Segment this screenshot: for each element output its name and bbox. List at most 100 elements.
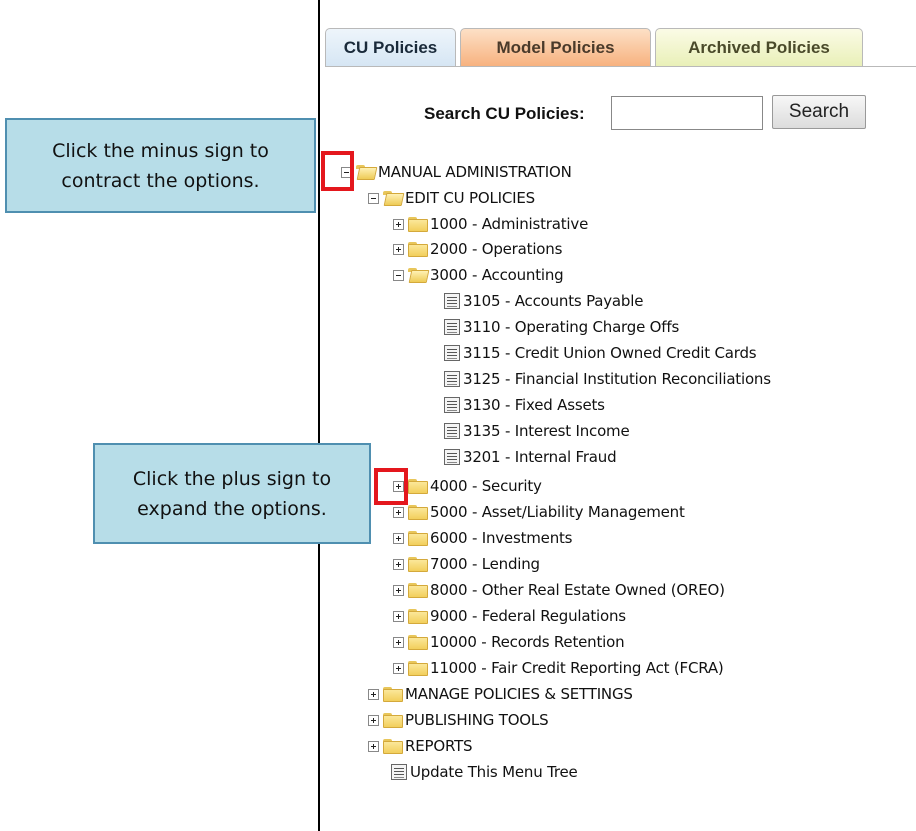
- tree-leaf-update[interactable]: Update This Menu Tree: [391, 760, 578, 784]
- tree-node-category[interactable]: 3000 - Accounting: [393, 263, 564, 287]
- tree-node-label: PUBLISHING TOOLS: [405, 711, 549, 729]
- tree-node-label: MANAGE POLICIES & SETTINGS: [405, 685, 633, 703]
- tree-node-edit-cu-policies[interactable]: EDIT CU POLICIES: [368, 186, 535, 210]
- tree-node-category[interactable]: 5000 - Asset/Liability Management: [393, 500, 685, 524]
- tree-node-label: 3105 - Accounts Payable: [463, 292, 644, 310]
- tree-node-label: 9000 - Federal Regulations: [430, 607, 626, 625]
- tree-leaf-policy[interactable]: 3110 - Operating Charge Offs: [444, 315, 679, 339]
- search-button[interactable]: Search: [772, 95, 866, 129]
- tree-node-label: EDIT CU POLICIES: [405, 189, 535, 207]
- plus-callout: Click the plus sign to expand the option…: [93, 443, 371, 544]
- tree-node-category[interactable]: 6000 - Investments: [393, 526, 573, 550]
- tab-divider: [325, 66, 916, 67]
- tree-node-category[interactable]: 2000 - Operations: [393, 237, 562, 261]
- plus-icon[interactable]: [368, 714, 379, 726]
- search-label: Search CU Policies:: [424, 104, 585, 123]
- tree-node-label: MANUAL ADMINISTRATION: [378, 163, 572, 181]
- plus-highlight-box: [374, 468, 408, 505]
- document-icon: [444, 319, 460, 335]
- tree-node-category[interactable]: 8000 - Other Real Estate Owned (OREO): [393, 578, 725, 602]
- folder-icon: [408, 241, 428, 257]
- folder-icon: [383, 712, 403, 728]
- document-icon: [444, 397, 460, 413]
- tree-node-category[interactable]: 10000 - Records Retention: [393, 630, 625, 654]
- tree-leaf-policy[interactable]: 3115 - Credit Union Owned Credit Cards: [444, 341, 757, 365]
- folder-icon: [408, 634, 428, 650]
- tree-node-label: 3135 - Interest Income: [463, 422, 630, 440]
- folder-icon: [408, 660, 428, 676]
- tree-node-label: 3110 - Operating Charge Offs: [463, 318, 680, 336]
- minus-highlight-box: [321, 151, 354, 191]
- tree-node-category[interactable]: 11000 - Fair Credit Reporting Act (FCRA): [393, 656, 724, 680]
- plus-icon[interactable]: [393, 558, 404, 570]
- tab-model-policies[interactable]: Model Policies: [460, 28, 651, 66]
- callout-text: Click the minus sign to: [52, 139, 269, 162]
- callout-text: Click the plus sign to: [132, 467, 332, 490]
- tree-node-label: 5000 - Asset/Liability Management: [430, 503, 685, 521]
- tree-node-manual-administration[interactable]: MANUAL ADMINISTRATION: [341, 160, 572, 184]
- tree-node-label: REPORTS: [405, 737, 473, 755]
- tree-node-label: 3130 - Fixed Assets: [463, 396, 605, 414]
- callout-text: contract the options.: [61, 169, 260, 192]
- tree-leaf-policy[interactable]: 3201 - Internal Fraud: [444, 445, 617, 469]
- plus-icon[interactable]: [393, 662, 404, 674]
- document-icon: [444, 293, 460, 309]
- plus-icon[interactable]: [393, 506, 404, 518]
- minus-callout: Click the minus sign to contract the opt…: [5, 118, 316, 213]
- minus-icon[interactable]: [368, 192, 379, 204]
- plus-icon[interactable]: [393, 218, 404, 230]
- tree-node-label: Update This Menu Tree: [410, 763, 578, 781]
- tree-node-label: 8000 - Other Real Estate Owned (OREO): [430, 581, 725, 599]
- document-icon: [444, 449, 460, 465]
- tree-node-label: 3000 - Accounting: [430, 266, 564, 284]
- tree-leaf-policy[interactable]: 3105 - Accounts Payable: [444, 289, 643, 313]
- plus-icon[interactable]: [393, 610, 404, 622]
- folder-icon: [408, 504, 428, 520]
- folder-icon: [408, 530, 428, 546]
- tree-leaf-policy[interactable]: 3125 - Financial Institution Reconciliat…: [444, 367, 771, 391]
- plus-icon[interactable]: [393, 584, 404, 596]
- search-input[interactable]: [611, 96, 763, 130]
- folder-open-icon: [383, 190, 403, 206]
- tree-node-category[interactable]: 1000 - Administrative: [393, 212, 588, 236]
- tree-node-label: 4000 - Security: [430, 477, 542, 495]
- callout-text: expand the options.: [137, 497, 327, 520]
- tree-leaf-policy[interactable]: 3130 - Fixed Assets: [444, 393, 605, 417]
- document-icon: [444, 345, 460, 361]
- tree-node-section[interactable]: REPORTS: [368, 734, 473, 758]
- document-icon: [444, 423, 460, 439]
- tree-node-category[interactable]: 7000 - Lending: [393, 552, 540, 576]
- folder-icon: [383, 738, 403, 754]
- tree-node-label: 1000 - Administrative: [430, 215, 589, 233]
- plus-icon[interactable]: [368, 688, 379, 700]
- folder-open-icon: [408, 267, 428, 283]
- plus-icon[interactable]: [393, 636, 404, 648]
- policy-panel: CU Policies Model Policies Archived Poli…: [318, 0, 916, 831]
- plus-icon[interactable]: [393, 532, 404, 544]
- tree-node-label: 3125 - Financial Institution Reconciliat…: [463, 370, 771, 388]
- tree-node-section[interactable]: MANAGE POLICIES & SETTINGS: [368, 682, 633, 706]
- minus-icon[interactable]: [393, 269, 404, 281]
- tree-node-category[interactable]: 9000 - Federal Regulations: [393, 604, 626, 628]
- folder-icon: [408, 556, 428, 572]
- tree-node-label: 6000 - Investments: [430, 529, 573, 547]
- tab-cu-policies[interactable]: CU Policies: [325, 28, 456, 66]
- folder-open-icon: [356, 164, 376, 180]
- plus-icon[interactable]: [393, 243, 404, 255]
- folder-icon: [408, 582, 428, 598]
- folder-icon: [408, 216, 428, 232]
- tree-leaf-policy[interactable]: 3135 - Interest Income: [444, 419, 630, 443]
- plus-icon[interactable]: [368, 740, 379, 752]
- tree-node-label: 10000 - Records Retention: [430, 633, 625, 651]
- tree-node-label: 11000 - Fair Credit Reporting Act (FCRA): [430, 659, 724, 677]
- tree-node-label: 3115 - Credit Union Owned Credit Cards: [463, 344, 757, 362]
- document-icon: [391, 764, 407, 780]
- tree-node-section[interactable]: PUBLISHING TOOLS: [368, 708, 549, 732]
- tab-archived-policies[interactable]: Archived Policies: [655, 28, 863, 66]
- folder-icon: [408, 478, 428, 494]
- document-icon: [444, 371, 460, 387]
- tree-node-category[interactable]: 4000 - Security: [393, 474, 542, 498]
- folder-icon: [408, 608, 428, 624]
- policy-tabs: CU Policies Model Policies Archived Poli…: [325, 28, 865, 66]
- tree-node-label: 7000 - Lending: [430, 555, 540, 573]
